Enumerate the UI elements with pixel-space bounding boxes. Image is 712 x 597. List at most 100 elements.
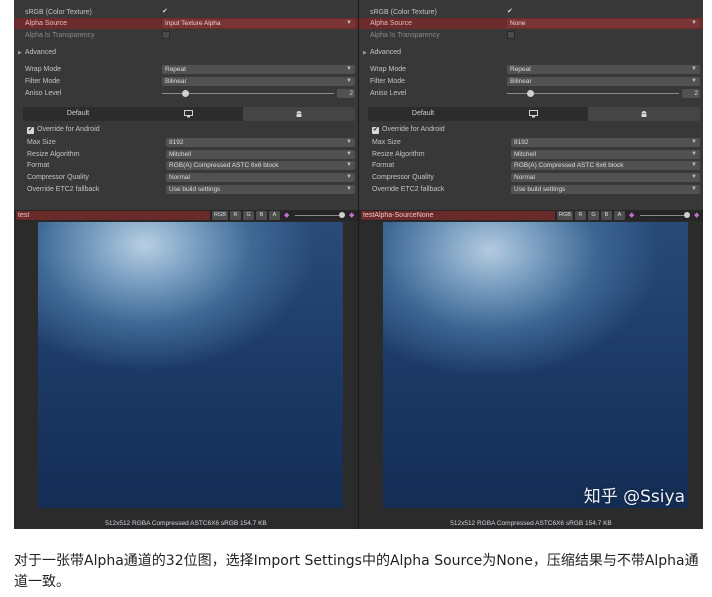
etc2-fallback-row: Override ETC2 fallback Use build setting… — [359, 184, 703, 195]
resize-algorithm-value: Mitchell — [514, 151, 537, 158]
compressor-quality-dropdown[interactable]: Normal ▼ — [511, 173, 700, 182]
mip-slider-knob[interactable] — [339, 212, 345, 218]
format-label: Format — [372, 162, 395, 169]
dropdown-arrow-icon: ▼ — [691, 186, 697, 192]
channel-r-button[interactable]: R — [230, 211, 241, 220]
alpha-transparency-checkbox[interactable] — [507, 31, 515, 39]
filter-mode-dropdown[interactable]: Bilinear ▼ — [507, 77, 700, 86]
resize-algorithm-row: Resize Algorithm Mitchell ▼ — [14, 149, 358, 160]
alpha-transparency-checkbox[interactable] — [162, 31, 170, 39]
filter-mode-dropdown[interactable]: Bilinear ▼ — [162, 77, 355, 86]
srgb-row: sRGB (Color Texture) ✔ — [14, 7, 358, 18]
advanced-foldout[interactable]: ▶ Advanced — [14, 47, 358, 58]
monitor-icon — [183, 110, 193, 118]
dropdown-arrow-icon: ▼ — [346, 174, 352, 180]
compressor-quality-row: Compressor Quality Normal ▼ — [14, 172, 358, 183]
mip-slider-track — [640, 215, 688, 216]
channel-g-button[interactable]: G — [588, 211, 599, 220]
aniso-level-input[interactable]: 2 — [337, 89, 355, 98]
override-android-toggle[interactable]: ✔ Override for Android — [27, 126, 100, 134]
format-value: RGB(A) Compressed ASTC 6x6 block — [514, 162, 624, 169]
srgb-checkbox[interactable]: ✔ — [507, 8, 515, 16]
tab-default[interactable]: Default — [23, 107, 133, 121]
preview-toolbar: testAlpha-SourceNone RGB R G B A ◆ ◆ — [359, 210, 703, 221]
max-size-dropdown[interactable]: 8192 ▼ — [511, 138, 700, 147]
alpha-transparency-row: Alpha Is Transparency — [14, 30, 358, 41]
resize-algorithm-dropdown[interactable]: Mitchell ▼ — [166, 150, 355, 159]
mip-slider-track — [295, 215, 343, 216]
filter-mode-value: Bilinear — [510, 78, 532, 85]
alpha-source-row: Alpha Source None ▼ — [359, 18, 703, 29]
srgb-label: sRGB (Color Texture) — [370, 9, 437, 16]
filter-mode-row: Filter Mode Bilinear ▼ — [359, 76, 703, 87]
resize-algorithm-row: Resize Algorithm Mitchell ▼ — [359, 149, 703, 160]
etc2-fallback-dropdown[interactable]: Use build settings ▼ — [511, 185, 700, 194]
tab-android[interactable] — [243, 107, 355, 121]
max-size-row: Max Size 8192 ▼ — [14, 137, 358, 148]
wrap-mode-dropdown[interactable]: Repeat ▼ — [507, 65, 700, 74]
srgb-label: sRGB (Color Texture) — [25, 9, 92, 16]
dropdown-arrow-icon: ▼ — [691, 174, 697, 180]
wrap-mode-label: Wrap Mode — [25, 66, 62, 73]
channel-a-button[interactable]: A — [614, 211, 625, 220]
alpha-source-dropdown[interactable]: None ▼ — [507, 19, 700, 28]
aniso-level-label: Aniso Level — [370, 90, 407, 97]
channel-a-button[interactable]: A — [269, 211, 280, 220]
channel-b-button[interactable]: B — [601, 211, 612, 220]
dropdown-arrow-icon: ▼ — [346, 66, 352, 72]
mipmap-icon: ◆ — [284, 212, 290, 219]
srgb-checkbox[interactable]: ✔ — [162, 8, 170, 16]
dropdown-arrow-icon: ▼ — [346, 186, 352, 192]
caption-text: 对于一张带Alpha通道的32位图，选择Import Settings中的Alp… — [14, 553, 699, 590]
aniso-level-input[interactable]: 2 — [682, 89, 700, 98]
wrap-mode-label: Wrap Mode — [370, 66, 407, 73]
platform-tabs: Default — [23, 107, 355, 121]
channel-rgb-button[interactable]: RGB — [557, 211, 573, 220]
tab-standalone[interactable] — [478, 107, 588, 121]
channel-r-button[interactable]: R — [575, 211, 586, 220]
advanced-label: Advanced — [369, 49, 401, 56]
max-size-label: Max Size — [27, 139, 56, 146]
max-size-label: Max Size — [372, 139, 401, 146]
aniso-level-slider[interactable] — [162, 89, 334, 98]
compressor-quality-value: Normal — [514, 174, 535, 181]
tab-android[interactable] — [588, 107, 700, 121]
override-android-toggle[interactable]: ✔ Override for Android — [372, 126, 445, 134]
dropdown-arrow-icon: ▼ — [346, 151, 352, 157]
dropdown-arrow-icon: ▼ — [346, 139, 352, 145]
channel-rgb-button[interactable]: RGB — [212, 211, 228, 220]
max-size-dropdown[interactable]: 8192 ▼ — [166, 138, 355, 147]
resize-algorithm-dropdown[interactable]: Mitchell ▼ — [511, 150, 700, 159]
aniso-level-slider[interactable] — [507, 89, 679, 98]
tab-standalone[interactable] — [133, 107, 243, 121]
slider-knob[interactable] — [182, 90, 189, 97]
wrap-mode-value: Repeat — [165, 66, 186, 73]
compressor-quality-dropdown[interactable]: Normal ▼ — [166, 173, 355, 182]
etc2-fallback-dropdown[interactable]: Use build settings ▼ — [166, 185, 355, 194]
filter-mode-label: Filter Mode — [25, 78, 61, 85]
filter-mode-value: Bilinear — [165, 78, 187, 85]
override-checkbox[interactable]: ✔ — [372, 127, 379, 134]
slider-knob[interactable] — [527, 90, 534, 97]
dropdown-arrow-icon: ▼ — [691, 66, 697, 72]
alpha-source-label: Alpha Source — [25, 20, 68, 27]
dropdown-arrow-icon: ▼ — [346, 78, 352, 84]
max-size-value: 8192 — [169, 139, 184, 146]
foldout-triangle-icon: ▶ — [18, 50, 22, 56]
alpha-source-dropdown[interactable]: Input Texture Alpha ▼ — [162, 19, 355, 28]
compressor-quality-label: Compressor Quality — [372, 174, 434, 181]
format-dropdown[interactable]: RGB(A) Compressed ASTC 6x6 block ▼ — [511, 161, 700, 170]
wrap-mode-dropdown[interactable]: Repeat ▼ — [162, 65, 355, 74]
preview-title: test — [16, 211, 210, 220]
format-dropdown[interactable]: RGB(A) Compressed ASTC 6x6 block ▼ — [166, 161, 355, 170]
tab-default[interactable]: Default — [368, 107, 478, 121]
advanced-foldout[interactable]: ▶ Advanced — [359, 47, 703, 58]
max-size-value: 8192 — [514, 139, 529, 146]
mip-slider-knob[interactable] — [684, 212, 690, 218]
dropdown-arrow-icon: ▼ — [691, 162, 697, 168]
format-label: Format — [27, 162, 50, 169]
texture-preview-image — [38, 222, 343, 508]
channel-b-button[interactable]: B — [256, 211, 267, 220]
override-checkbox[interactable]: ✔ — [27, 127, 34, 134]
channel-g-button[interactable]: G — [243, 211, 254, 220]
